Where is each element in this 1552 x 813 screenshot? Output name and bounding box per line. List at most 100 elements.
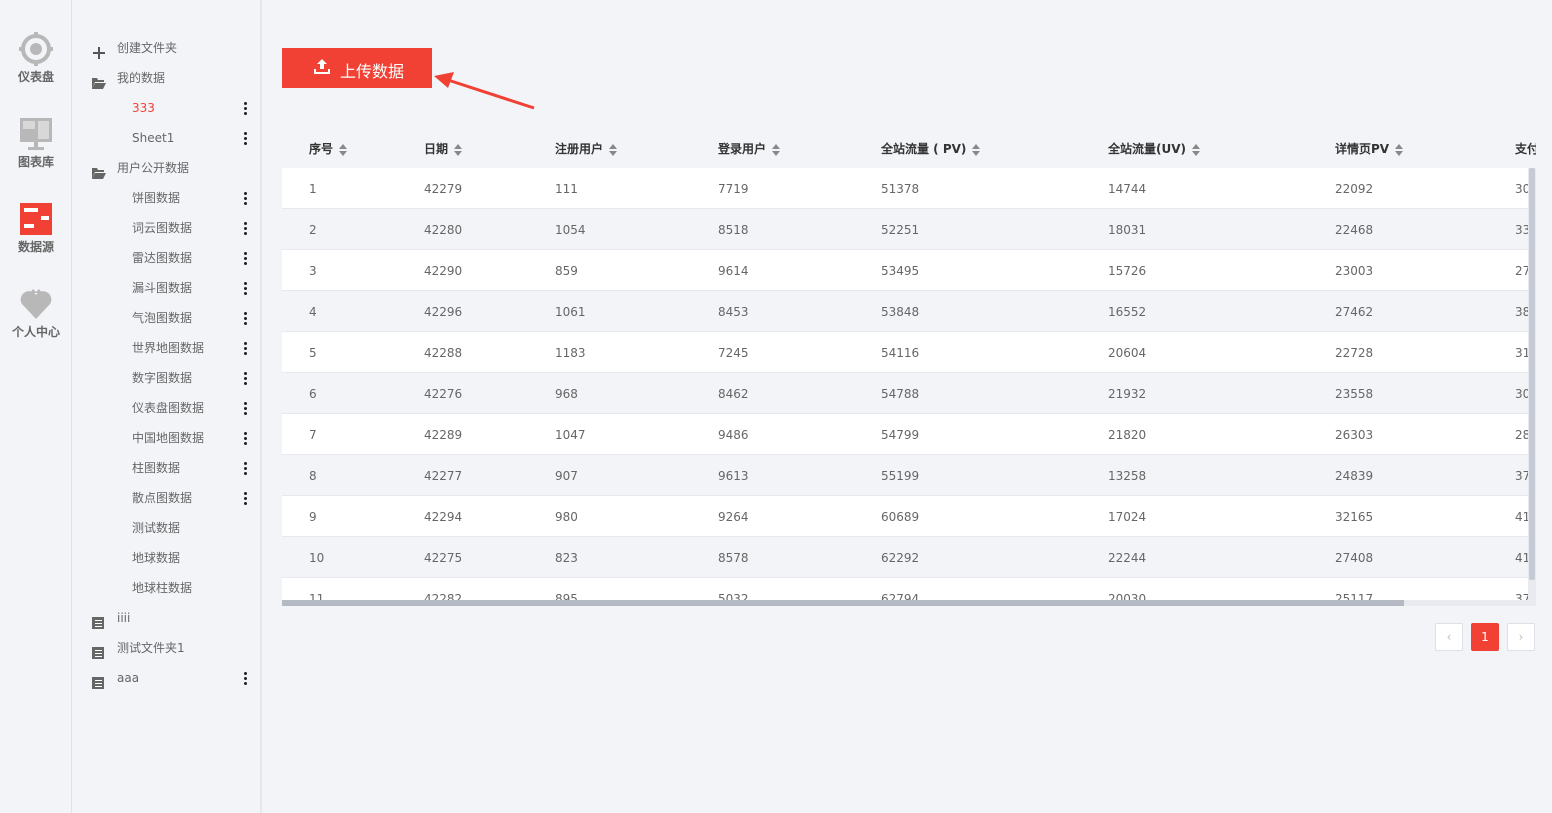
tree-item-333[interactable]: 333 xyxy=(72,93,260,123)
table-cell: 8462 xyxy=(718,387,749,401)
rail-item-chart-library[interactable]: 图表库 xyxy=(0,117,72,170)
more-icon[interactable] xyxy=(244,222,248,235)
scroll-thumb[interactable] xyxy=(1529,168,1535,580)
tree-item[interactable]: 地球柱数据 xyxy=(72,573,260,603)
rail-item-data-source[interactable]: 数据源 xyxy=(0,202,72,255)
sort-icon[interactable] xyxy=(1192,143,1201,156)
column-header[interactable]: 全站流量 ( PV) xyxy=(881,140,981,157)
create-folder-button[interactable]: 创建文件夹 xyxy=(72,33,260,63)
column-header[interactable]: 日期 xyxy=(424,140,463,157)
tree-item-sheet1[interactable]: Sheet1 xyxy=(72,123,260,153)
tree-item[interactable]: 漏斗图数据 xyxy=(72,273,260,303)
folder-iiii[interactable]: iiii xyxy=(72,603,260,633)
rail-item-dashboard[interactable]: 仪表盘 xyxy=(0,32,72,85)
tree-item-label: 地球数据 xyxy=(132,551,181,565)
data-source-icon xyxy=(19,202,53,236)
table-cell: 980 xyxy=(555,510,578,524)
tree-item[interactable]: 雷达图数据 xyxy=(72,243,260,273)
more-icon[interactable] xyxy=(244,432,248,445)
sort-icon[interactable] xyxy=(772,143,781,156)
tree-item-label: 饼图数据 xyxy=(132,191,181,205)
list-icon xyxy=(92,641,106,659)
upload-label: 上传数据 xyxy=(340,62,405,81)
next-page-button[interactable]: › xyxy=(1507,623,1535,651)
table-cell: 22728 xyxy=(1335,346,1374,360)
tree-item[interactable]: 地球数据 xyxy=(72,543,260,573)
table-cell: 54116 xyxy=(881,346,920,360)
more-icon[interactable] xyxy=(244,252,248,265)
table-cell: 9614 xyxy=(718,264,749,278)
table-row: 3 42290 859 9614 53495 15726 23003 27 xyxy=(282,250,1536,291)
more-icon[interactable] xyxy=(244,372,248,385)
table-cell: 42288 xyxy=(424,346,463,360)
table-cell: 53848 xyxy=(881,305,920,319)
table-cell: 22092 xyxy=(1335,182,1374,196)
rail-item-user-center[interactable]: 个人中心 xyxy=(0,287,72,340)
column-header[interactable]: 序号 xyxy=(309,140,348,157)
rail-label: 仪表盘 xyxy=(17,70,54,84)
vertical-scrollbar[interactable] xyxy=(1528,168,1536,606)
folder-my-data[interactable]: 我的数据 xyxy=(72,63,260,93)
table-cell: 17024 xyxy=(1108,510,1147,524)
tree-item-label: 柱图数据 xyxy=(132,461,181,475)
table-cell: 1 xyxy=(309,182,317,196)
table-cell: 9486 xyxy=(718,428,749,442)
column-header[interactable]: 支付 xyxy=(1515,140,1536,157)
more-icon[interactable] xyxy=(244,402,248,415)
more-icon[interactable] xyxy=(244,282,248,295)
sort-icon[interactable] xyxy=(972,143,981,156)
column-header[interactable]: 注册用户 xyxy=(555,140,618,157)
folder-label: aaa xyxy=(117,671,140,685)
column-header[interactable]: 详情页PV xyxy=(1335,140,1404,157)
sort-icon[interactable] xyxy=(454,143,463,156)
table-cell: 21932 xyxy=(1108,387,1147,401)
scroll-thumb[interactable] xyxy=(282,600,1404,606)
more-icon[interactable] xyxy=(244,312,248,325)
more-icon[interactable] xyxy=(244,672,248,685)
tree-item[interactable]: 词云图数据 xyxy=(72,213,260,243)
sort-icon[interactable] xyxy=(609,143,618,156)
more-icon[interactable] xyxy=(244,342,248,355)
upload-data-button[interactable]: 上传数据 xyxy=(282,48,432,88)
table-cell: 8518 xyxy=(718,223,749,237)
tree-item[interactable]: 世界地图数据 xyxy=(72,333,260,363)
tree-item[interactable]: 仪表盘图数据 xyxy=(72,393,260,423)
tree-item-label: 雷达图数据 xyxy=(132,251,193,265)
tree-item[interactable]: 柱图数据 xyxy=(72,453,260,483)
more-icon[interactable] xyxy=(244,192,248,205)
tree-item[interactable]: 中国地图数据 xyxy=(72,423,260,453)
tree-item[interactable]: 数字图数据 xyxy=(72,363,260,393)
table-cell: 9 xyxy=(309,510,317,524)
tree-item-label: 仪表盘图数据 xyxy=(132,401,205,415)
folder-aaa[interactable]: aaa xyxy=(72,663,260,693)
icon-rail: 仪表盘 图表库 数据源 个人中心 xyxy=(0,0,72,813)
sort-icon[interactable] xyxy=(1395,143,1404,156)
more-icon[interactable] xyxy=(244,102,248,115)
tree-item[interactable]: 饼图数据 xyxy=(72,183,260,213)
table-cell: 23558 xyxy=(1335,387,1374,401)
more-icon[interactable] xyxy=(244,132,248,145)
tree-item[interactable]: 散点图数据 xyxy=(72,483,260,513)
table-header: 序号 日期 注册用户 登录用户 全站流量 ( PV) 全站流量(UV) 详情页P… xyxy=(282,128,1536,168)
table-row: 9 42294 980 9264 60689 17024 32165 41 xyxy=(282,496,1536,537)
table-cell: 21820 xyxy=(1108,428,1147,442)
tree-item[interactable]: 气泡图数据 xyxy=(72,303,260,333)
more-icon[interactable] xyxy=(244,492,248,505)
sort-icon[interactable] xyxy=(339,143,348,156)
tree-item[interactable]: 测试数据 xyxy=(72,513,260,543)
table-cell: 859 xyxy=(555,264,578,278)
column-header[interactable]: 登录用户 xyxy=(718,140,781,157)
horizontal-scrollbar[interactable] xyxy=(282,600,1528,606)
page-button[interactable]: 1 xyxy=(1471,623,1499,651)
prev-page-button[interactable]: ‹ xyxy=(1435,623,1463,651)
table-cell: 5 xyxy=(309,346,317,360)
more-icon[interactable] xyxy=(244,462,248,475)
folder-public-data[interactable]: 用户公开数据 xyxy=(72,153,260,183)
tree-item-label: 气泡图数据 xyxy=(132,311,193,325)
table-cell: 16552 xyxy=(1108,305,1147,319)
column-header[interactable]: 全站流量(UV) xyxy=(1108,140,1201,157)
table-cell: 23003 xyxy=(1335,264,1374,278)
table-cell: 4 xyxy=(309,305,317,319)
rail-label: 图表库 xyxy=(17,155,54,169)
folder-test-folder-1[interactable]: 测试文件夹1 xyxy=(72,633,260,663)
